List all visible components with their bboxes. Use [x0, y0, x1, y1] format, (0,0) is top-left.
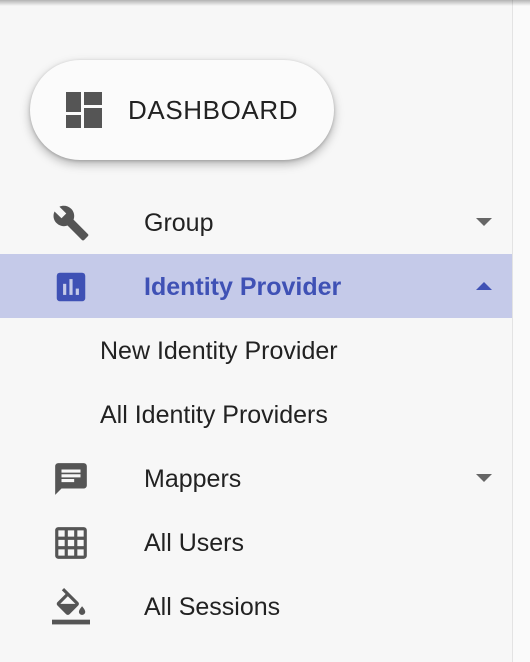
- caret-down-icon: [476, 474, 492, 482]
- caret-down-icon: [476, 218, 492, 226]
- paint-bucket-icon: [52, 588, 90, 625]
- sidebar-item-label: Identity Provider: [144, 273, 342, 301]
- sidebar-item-label: Group: [144, 209, 214, 237]
- sidebar-subitem-all-identity-providers[interactable]: All Identity Providers: [0, 382, 512, 446]
- wrench-icon: [53, 205, 89, 241]
- sidebar-item-identity-provider[interactable]: Identity Provider: [0, 254, 512, 318]
- sidebar-item-all-sessions[interactable]: All Sessions: [0, 574, 512, 638]
- sidebar-item-label: Mappers: [144, 465, 242, 493]
- sidebar-subitem-label: New Identity Provider: [100, 337, 338, 365]
- sidebar-item-all-users[interactable]: All Users: [0, 510, 512, 574]
- sidebar-subitem-new-identity-provider[interactable]: New Identity Provider: [0, 318, 512, 382]
- dashboard-button[interactable]: DASHBOARD: [30, 60, 334, 160]
- sidebar-nav: DASHBOARD Group Identity Provider New Id…: [0, 0, 512, 662]
- bar-chart-icon: [56, 272, 86, 302]
- grid-icon: [55, 527, 87, 559]
- message-icon: [55, 463, 87, 495]
- sidebar-item-label: All Sessions: [144, 593, 281, 621]
- dashboard-label: DASHBOARD: [128, 95, 299, 125]
- sidebar-item-label: All Users: [144, 529, 245, 557]
- caret-up-icon: [476, 282, 492, 290]
- header-shadow: [0, 0, 530, 6]
- dashboard-icon: [66, 92, 102, 128]
- sidebar-item-group[interactable]: Group: [0, 190, 512, 254]
- sidebar-item-mappers[interactable]: Mappers: [0, 446, 512, 510]
- scrollbar-track[interactable]: [512, 0, 530, 662]
- sidebar-subitem-label: All Identity Providers: [100, 401, 328, 429]
